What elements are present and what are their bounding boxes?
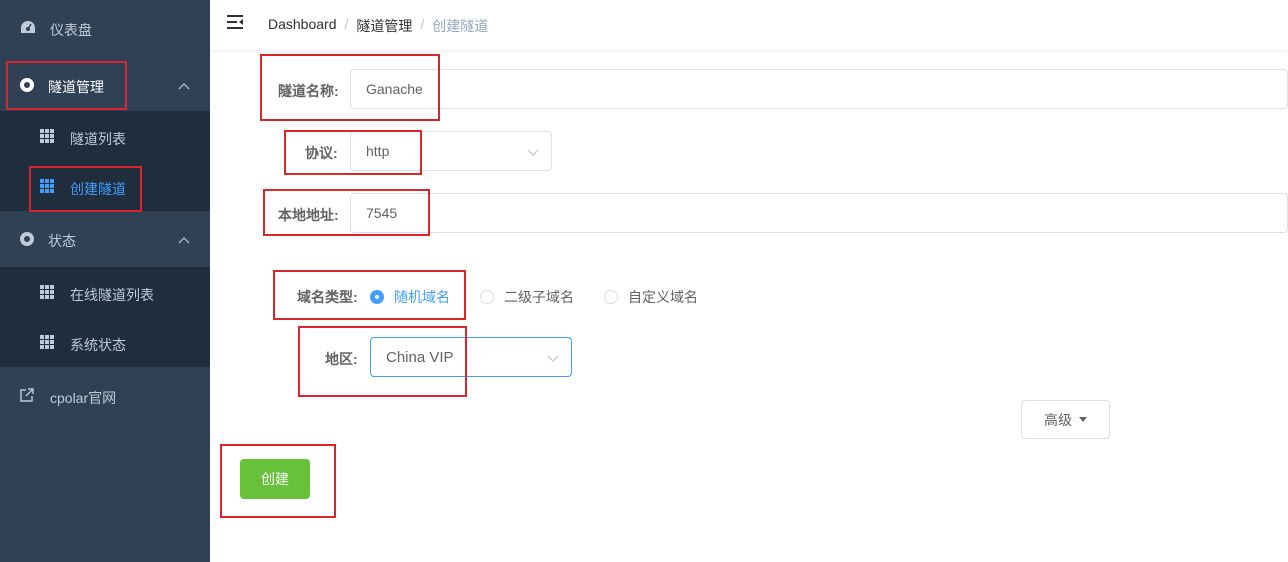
grid-icon — [40, 335, 54, 349]
circle-plus-icon — [20, 78, 34, 92]
sidebar-item-label: 系统状态 — [70, 337, 126, 353]
hamburger-icon[interactable] — [226, 14, 244, 33]
create-button[interactable]: 创建 — [240, 459, 310, 499]
local-address-input[interactable]: 7545 — [350, 193, 1288, 233]
sidebar-item-create-tunnel[interactable]: 创建隧道 — [0, 168, 210, 204]
breadcrumb-dashboard[interactable]: Dashboard — [268, 16, 337, 36]
breadcrumb-separator: / — [420, 16, 425, 32]
breadcrumb-current: 创建隧道 — [432, 18, 489, 34]
protocol-select[interactable]: http — [350, 131, 552, 171]
caret-down-icon — [1079, 417, 1087, 422]
external-link-icon — [20, 388, 34, 402]
tunnel-name-input[interactable]: Ganache — [350, 69, 1288, 109]
sidebar-item-label: 隧道列表 — [70, 131, 126, 147]
sidebar-item-label: cpolar官网 — [50, 390, 117, 406]
radio-dot — [480, 290, 494, 304]
radio-custom-domain[interactable]: 自定义域名 — [604, 287, 698, 307]
sidebar-item-tunnel-management[interactable]: 隧道管理 — [0, 60, 210, 110]
sidebar-item-label: 在线隧道列表 — [70, 287, 154, 303]
advanced-button[interactable]: 高级 — [1021, 400, 1110, 439]
protocol-value: http — [366, 143, 390, 159]
advanced-label: 高级 — [1044, 411, 1072, 428]
dashboard-icon — [20, 20, 36, 34]
grid-icon — [40, 179, 54, 193]
chevron-down-icon — [527, 145, 539, 161]
region-label: 地区: — [325, 351, 358, 367]
radio-label: 自定义域名 — [628, 289, 698, 305]
grid-icon — [40, 129, 54, 143]
radio-label: 随机域名 — [394, 289, 450, 305]
sidebar-item-label: 隧道管理 — [48, 79, 104, 95]
protocol-label: 协议: — [305, 145, 338, 161]
radio-dot — [370, 290, 384, 304]
sidebar-item-label: 仪表盘 — [50, 22, 92, 38]
circle-plus-icon — [20, 232, 34, 246]
tunnel-name-label: 隧道名称: — [278, 83, 339, 99]
breadcrumb-tunnel-management[interactable]: 隧道管理 — [356, 16, 412, 36]
sidebar: 仪表盘 隧道管理 隧道列表 创建隧道 状态 在线隧道列表 系统状态 cpolar… — [0, 0, 210, 562]
chevron-up-icon — [178, 77, 190, 93]
radio-label: 二级子域名 — [504, 289, 574, 305]
radio-subdomain[interactable]: 二级子域名 — [480, 287, 574, 307]
breadcrumb: Dashboard / 隧道管理 / 创建隧道 — [268, 16, 488, 36]
local-address-label: 本地地址: — [278, 207, 339, 223]
sidebar-item-tunnel-list[interactable]: 隧道列表 — [0, 118, 210, 154]
sidebar-item-label: 状态 — [48, 233, 76, 249]
breadcrumb-separator: / — [344, 16, 349, 32]
sidebar-item-status[interactable]: 状态 — [0, 216, 210, 262]
region-value: China VIP — [386, 348, 454, 366]
local-address-value: 7545 — [366, 205, 398, 221]
sidebar-item-label: 创建隧道 — [70, 181, 126, 197]
domain-type-label: 域名类型: — [297, 289, 358, 305]
sidebar-item-dashboard[interactable]: 仪表盘 — [0, 8, 210, 48]
chevron-down-icon — [547, 351, 559, 367]
region-select[interactable]: China VIP — [370, 337, 572, 377]
grid-icon — [40, 285, 54, 299]
radio-dot — [604, 290, 618, 304]
sidebar-item-online-tunnels[interactable]: 在线隧道列表 — [0, 274, 210, 310]
sidebar-item-system-status[interactable]: 系统状态 — [0, 324, 210, 360]
sidebar-item-website[interactable]: cpolar官网 — [0, 376, 210, 416]
radio-random-domain[interactable]: 随机域名 — [370, 287, 450, 307]
top-navbar: Dashboard / 隧道管理 / 创建隧道 — [210, 0, 1288, 50]
tunnel-name-value: Ganache — [366, 81, 423, 97]
create-label: 创建 — [261, 471, 289, 487]
chevron-up-icon — [178, 231, 190, 247]
